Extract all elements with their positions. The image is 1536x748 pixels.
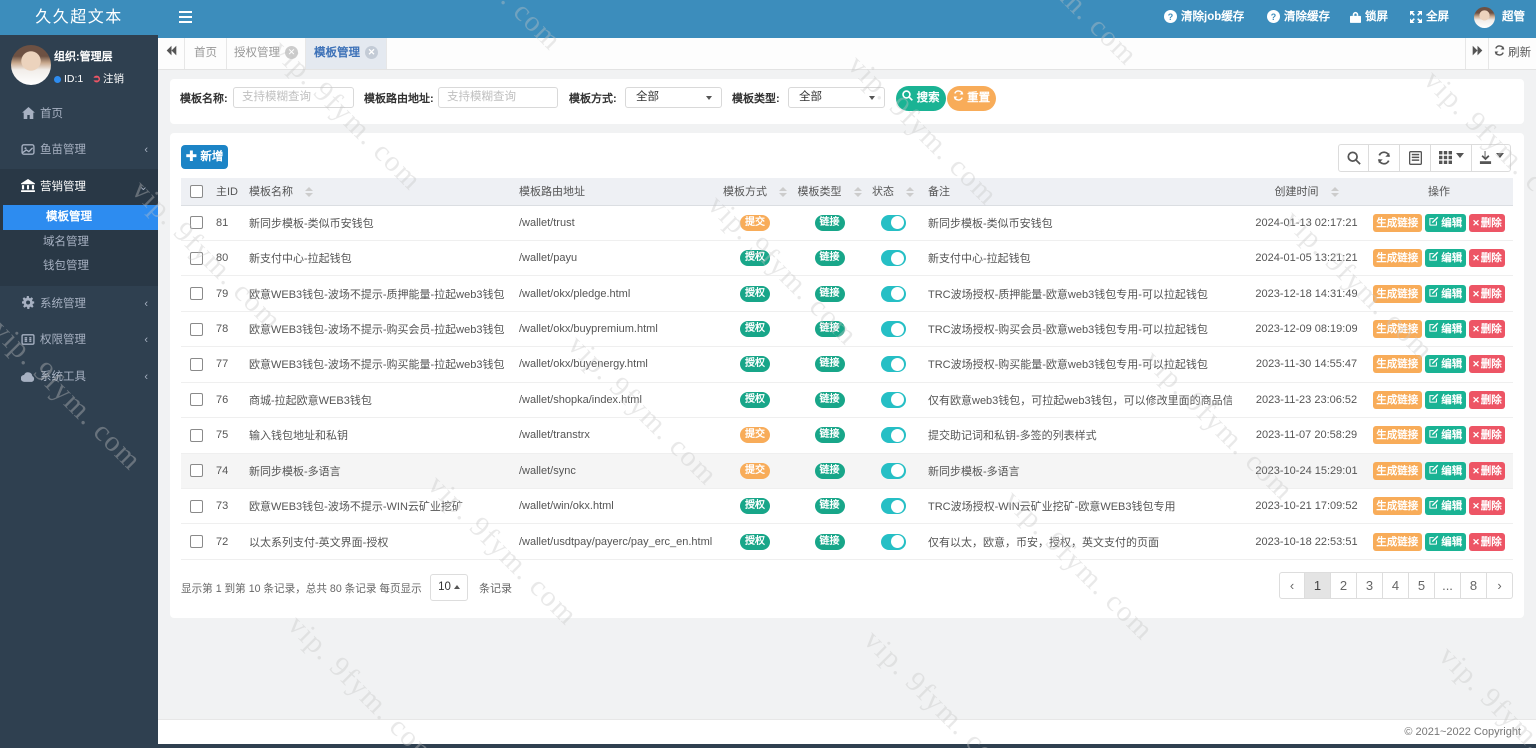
svg-text:?: ? — [1168, 12, 1173, 22]
svg-text:?: ? — [1271, 12, 1276, 22]
